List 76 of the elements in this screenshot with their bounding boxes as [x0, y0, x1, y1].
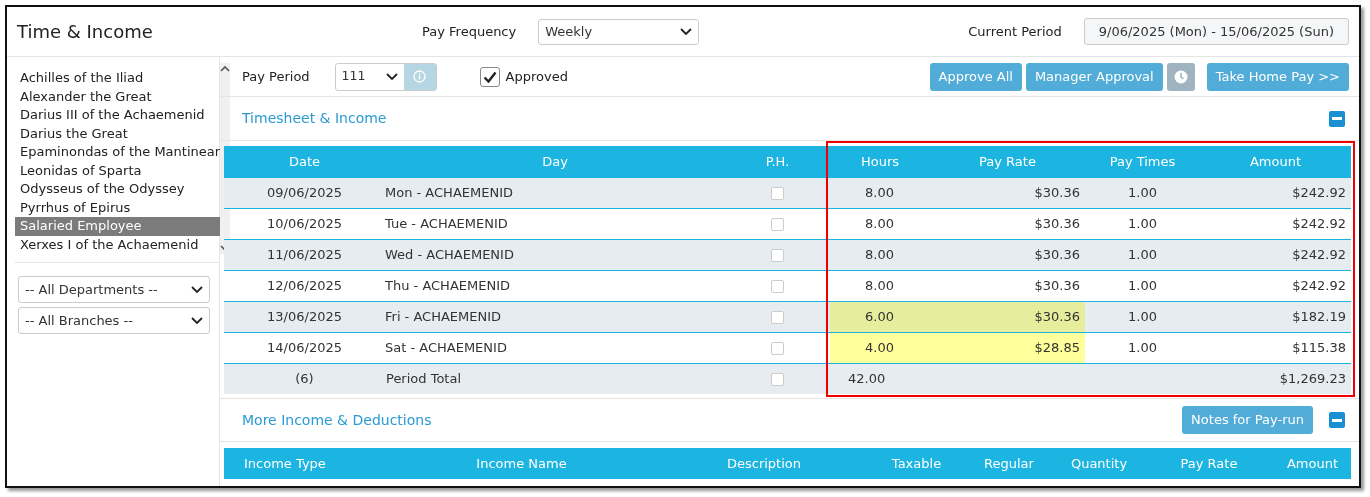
- table-cell: Mon - ACHAEMENID: [385, 177, 725, 208]
- table-cell: 8.00: [830, 177, 930, 208]
- filter-select[interactable]: -- All Branches --: [18, 307, 210, 334]
- column-header: Pay Times: [1085, 146, 1200, 177]
- employee-item[interactable]: Pyrrhus of Epirus: [15, 198, 221, 217]
- table-cell: Fri - ACHAEMENID: [385, 301, 725, 332]
- checkbox[interactable]: [771, 341, 784, 355]
- field-label: Pay Period: [242, 67, 310, 86]
- table-cell: 1.00: [1085, 239, 1200, 270]
- chevron-icon: [191, 285, 203, 294]
- table-cell: $242.92: [1200, 239, 1351, 270]
- employee-item[interactable]: Xerxes I of the Achaemenid: [15, 235, 221, 254]
- table-cell: $30.36: [930, 239, 1085, 270]
- column-header: Pay Rate: [1144, 448, 1274, 479]
- checkbox[interactable]: [771, 373, 784, 386]
- table-cell: 1.00: [1085, 301, 1200, 332]
- column-header: Date: [224, 146, 385, 177]
- employee-item[interactable]: Salaried Employee: [15, 217, 221, 236]
- table-cell: $30.36: [930, 301, 1085, 332]
- column-header: Quantity: [1054, 448, 1144, 479]
- column-header: Taxable: [869, 448, 964, 479]
- column-header: Income Type: [224, 448, 384, 479]
- table-cell: $1,269.23: [1200, 363, 1351, 394]
- column-header: Amount: [1274, 448, 1351, 479]
- page-title: Time & Income: [17, 20, 154, 44]
- table-cell: $30.36: [930, 177, 1085, 208]
- employee-item[interactable]: Epaminondas of the Mantinear: [15, 143, 221, 162]
- column-header: Income Name: [384, 448, 659, 479]
- checkbox[interactable]: [771, 186, 784, 200]
- column-header: Pay Rate: [930, 146, 1085, 177]
- employee-item[interactable]: Darius III of the Achaemenid: [15, 106, 221, 125]
- column-header: Hours: [830, 146, 930, 177]
- employee-item[interactable]: Odysseus of the Odyssey: [15, 180, 221, 199]
- table-cell: 11/06/2025: [224, 239, 385, 270]
- field-label: Current Period: [968, 22, 1062, 41]
- employee-item[interactable]: Achilles of the Iliad: [15, 69, 221, 88]
- table-cell: $28.85: [930, 332, 1085, 363]
- column-header: Description: [659, 448, 869, 479]
- table-cell: $182.19: [1200, 301, 1351, 332]
- table-cell: 13/06/2025: [224, 301, 385, 332]
- chevron-icon: [680, 27, 693, 36]
- checkbox-label: Approved: [505, 67, 568, 86]
- table-cell: 6.00: [830, 301, 930, 332]
- clock-icon: [1173, 70, 1188, 85]
- table-cell: Wed - ACHAEMENID: [385, 239, 725, 270]
- table-cell: 4.00: [830, 332, 930, 363]
- employee-item[interactable]: Leonidas of Sparta: [15, 161, 221, 180]
- employee-item[interactable]: Darius the Great: [15, 124, 221, 143]
- section-title: More Income & Deductions: [242, 410, 432, 430]
- checkbox[interactable]: [771, 217, 784, 231]
- checkbox[interactable]: [771, 279, 784, 293]
- field-label: Pay Frequency: [422, 22, 517, 41]
- table-cell: 8.00: [830, 239, 930, 270]
- table-cell: 42.00: [830, 363, 930, 394]
- section-title: Timesheet & Income: [242, 109, 387, 128]
- column-header: Amount: [1200, 146, 1351, 177]
- table-cell: Period Total: [385, 363, 725, 394]
- table-cell: 09/06/2025: [224, 177, 385, 208]
- checkbox[interactable]: [771, 310, 784, 324]
- approved-checkbox[interactable]: [479, 66, 500, 87]
- period-field: 9/06/2025 (Mon) - 15/06/2025 (Sun): [1083, 18, 1349, 45]
- collapse-icon[interactable]: [1329, 110, 1345, 127]
- employee-item[interactable]: Alexander the Great: [15, 87, 221, 106]
- history-button[interactable]: [1166, 62, 1195, 91]
- column-header: Regular: [964, 448, 1054, 479]
- column-header: Day: [385, 146, 725, 177]
- chevron-icon: [191, 316, 203, 325]
- table-cell: (6): [224, 363, 385, 394]
- column-header: P.H.: [725, 146, 830, 177]
- checkbox[interactable]: [771, 248, 784, 262]
- scroll-up-icon[interactable]: [220, 65, 231, 72]
- filter-select[interactable]: -- All Departments --: [18, 276, 210, 303]
- collapse-icon[interactable]: [1329, 412, 1345, 428]
- table-cell: $242.92: [1200, 177, 1351, 208]
- table-cell: 1.00: [1085, 177, 1200, 208]
- pay-frequency-select[interactable]: Weekly: [538, 18, 700, 45]
